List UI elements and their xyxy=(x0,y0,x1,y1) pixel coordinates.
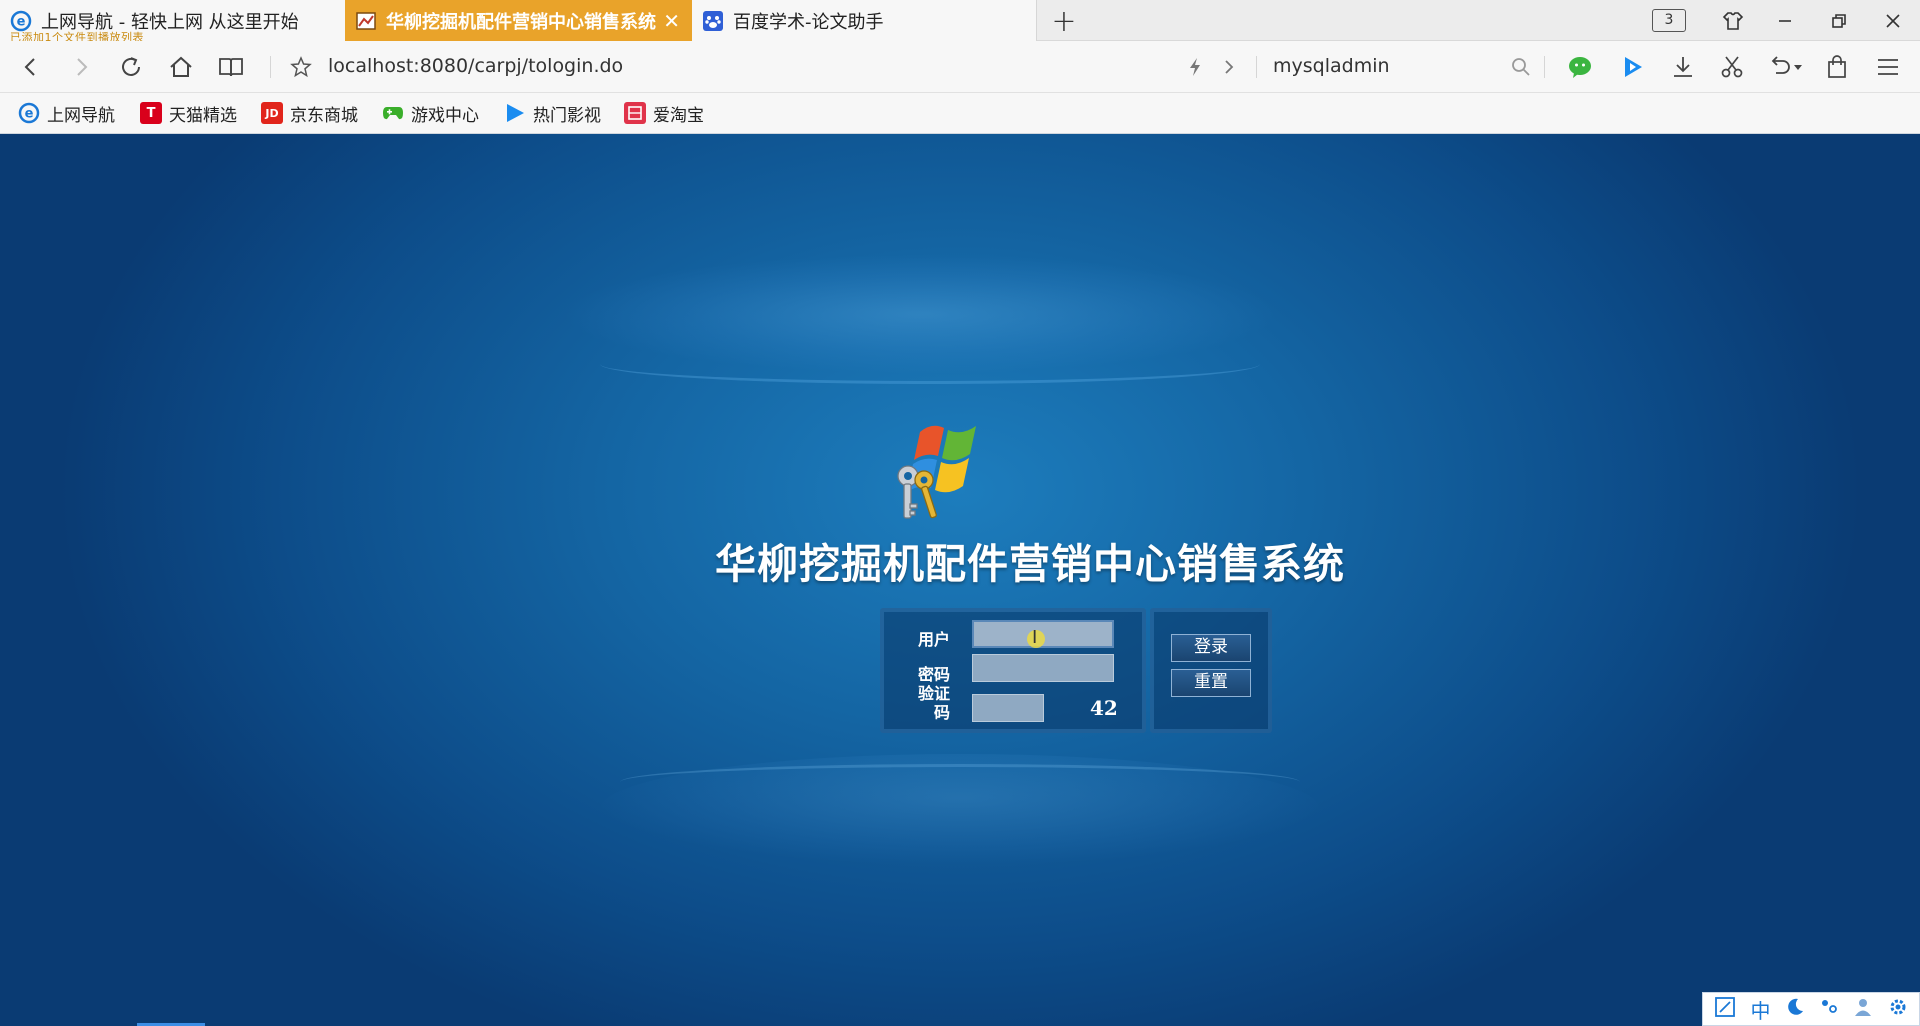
search-icon[interactable] xyxy=(1506,52,1536,82)
captcha-field[interactable] xyxy=(972,694,1044,722)
ie-e-icon: e xyxy=(18,102,40,124)
skin-shirt-icon[interactable] xyxy=(1718,6,1748,36)
bookmark-item[interactable]: 爱淘宝 xyxy=(624,101,704,126)
chevron-down-icon[interactable] xyxy=(1789,52,1807,82)
minimize-icon[interactable] xyxy=(1770,6,1800,36)
tab-strip: e 上网导航 - 轻快上网 从这里开始 已添加1个文件到播放列表 华柳挖掘机配件… xyxy=(0,0,1920,41)
menu-icon[interactable] xyxy=(1873,52,1903,82)
page-title: 华柳挖掘机配件营销中心销售系统 xyxy=(715,540,1345,588)
bookmark-item[interactable]: e 上网导航 xyxy=(18,101,115,126)
tab-count-badge[interactable]: 3 xyxy=(1652,9,1686,32)
wechat-icon[interactable] xyxy=(1566,52,1596,82)
home-icon[interactable] xyxy=(166,52,196,82)
tab-title: 百度学术-论文助手 xyxy=(733,11,884,33)
bookmark-label: 京东商城 xyxy=(290,105,358,126)
captcha-label-line2: 码 xyxy=(933,703,950,722)
star-bookmark-icon[interactable] xyxy=(286,52,316,82)
captcha-code[interactable]: 42 xyxy=(1090,696,1118,720)
bookmark-item[interactable]: JD 京东商城 xyxy=(261,101,358,126)
svg-text:e: e xyxy=(17,14,26,29)
download-icon[interactable] xyxy=(1668,52,1698,82)
shopping-bag-icon[interactable] xyxy=(1822,52,1852,82)
tab-login-system[interactable]: 华柳挖掘机配件营销中心销售系统 ✕ xyxy=(345,0,692,41)
ime-mode-chinese[interactable]: 中 xyxy=(1750,995,1770,1024)
punctuation-icon[interactable] xyxy=(1819,997,1839,1022)
gamepad-icon xyxy=(382,102,404,124)
jd-icon: JD xyxy=(261,102,283,124)
password-field[interactable] xyxy=(972,654,1114,682)
svg-text:e: e xyxy=(25,107,34,122)
tmall-icon: T xyxy=(140,102,162,124)
bookmark-label: 天猫精选 xyxy=(169,105,237,126)
lightning-icon[interactable] xyxy=(1180,52,1210,82)
ime-toggle-icon[interactable] xyxy=(1714,996,1736,1023)
taobao-icon xyxy=(624,102,646,124)
video-play-icon xyxy=(504,102,526,124)
video-play-icon[interactable] xyxy=(1618,52,1648,82)
back-icon[interactable] xyxy=(16,52,46,82)
gear-icon[interactable] xyxy=(1888,997,1908,1022)
decorative-arc xyxy=(600,344,1260,384)
divider xyxy=(1544,56,1545,78)
bookmarks-bar: e 上网导航 T 天猫精选 JD 京东商城 游戏中心 热门影视 爱淘宝 xyxy=(0,93,1920,134)
text-cursor-icon: I xyxy=(1032,627,1038,648)
search-input[interactable]: mysqladmin xyxy=(1273,55,1390,77)
login-page-icon xyxy=(355,10,377,32)
bookmark-label: 爱淘宝 xyxy=(653,105,704,126)
moon-icon[interactable] xyxy=(1785,997,1805,1022)
ime-toolbar: 中 xyxy=(1702,992,1920,1026)
bookmark-label: 热门影视 xyxy=(533,105,601,126)
bookmark-item[interactable]: 游戏中心 xyxy=(382,101,479,126)
user-icon[interactable] xyxy=(1853,997,1873,1022)
bookmark-label: 游戏中心 xyxy=(411,105,479,126)
windows-keys-logo-icon xyxy=(880,410,1000,530)
restore-icon[interactable] xyxy=(1824,6,1854,36)
bookmark-item[interactable]: 热门影视 xyxy=(504,101,601,126)
button-panel: 登录 重置 xyxy=(1150,608,1272,733)
close-tab-icon[interactable]: ✕ xyxy=(663,9,680,33)
bookmark-label: 上网导航 xyxy=(47,105,115,126)
login-page: 华柳挖掘机配件营销中心销售系统 用户 密码 验证 码 42 登录 重置 I xyxy=(0,134,1920,1026)
bookmark-item[interactable]: T 天猫精选 xyxy=(140,101,237,126)
tab-navigation[interactable]: e 上网导航 - 轻快上网 从这里开始 已添加1个文件到播放列表 xyxy=(0,0,345,41)
tab-title: 华柳挖掘机配件营销中心销售系统 xyxy=(386,11,656,33)
address-bar[interactable]: localhost:8080/carpj/tologin.do xyxy=(328,55,623,77)
scissors-icon[interactable] xyxy=(1717,52,1747,82)
tab-baidu-scholar[interactable]: 百度学术-论文助手 xyxy=(692,0,1037,41)
reading-mode-icon[interactable] xyxy=(216,52,246,82)
forward-icon[interactable] xyxy=(66,52,96,82)
close-window-icon[interactable] xyxy=(1878,6,1908,36)
playlist-notice: 已添加1个文件到播放列表 xyxy=(10,31,144,41)
login-button[interactable]: 登录 xyxy=(1171,634,1251,662)
divider xyxy=(270,56,271,78)
new-tab-button[interactable]: + xyxy=(1048,4,1080,39)
decorative-arc xyxy=(620,764,1300,800)
reload-icon[interactable] xyxy=(116,52,146,82)
navigation-bar: localhost:8080/carpj/tologin.do mysqladm… xyxy=(0,41,1920,93)
username-label: 用户 xyxy=(917,630,950,649)
chevron-right-icon[interactable] xyxy=(1214,52,1244,82)
baidu-paw-icon xyxy=(702,10,724,32)
login-form: 用户 密码 验证 码 42 xyxy=(880,608,1146,733)
reset-button[interactable]: 重置 xyxy=(1171,669,1251,697)
divider xyxy=(1256,56,1257,78)
